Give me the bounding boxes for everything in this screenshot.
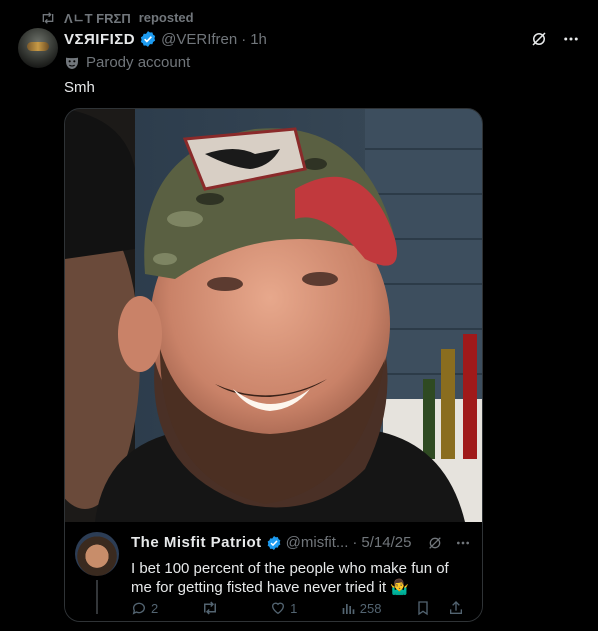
- parody-label-text: Parody account: [86, 54, 191, 71]
- quoted-post-header: The Misfit Patriot @misfit... · 5/14/25: [131, 534, 471, 551]
- quoted-post-actions: 2 1 258: [131, 600, 464, 616]
- quoted-author-name[interactable]: The Misfit Patriot: [131, 534, 262, 551]
- heart-icon: [270, 600, 286, 616]
- repost-action-icon: [201, 600, 219, 616]
- share-button[interactable]: [448, 600, 464, 616]
- separator-dot: ·: [241, 30, 247, 48]
- mask-icon: [64, 55, 80, 71]
- quoted-post-card[interactable]: The Misfit Patriot @misfit... · 5/14/25: [64, 108, 483, 622]
- author-handle[interactable]: @VERIfren: [161, 31, 237, 48]
- author-name[interactable]: VΣЯIFIΣD: [64, 31, 135, 48]
- repost-user[interactable]: ΛㄴT FRΣΠ: [64, 8, 131, 27]
- quoted-more-options-icon[interactable]: [455, 535, 471, 551]
- reply-icon: [131, 600, 147, 616]
- reply-button[interactable]: 2: [131, 600, 201, 616]
- post-text: Smh: [64, 79, 95, 96]
- bookmark-button[interactable]: [415, 600, 448, 616]
- post-header: VΣЯIFIΣD @VERIfren · 1h: [64, 30, 267, 48]
- quoted-author-avatar[interactable]: [75, 532, 119, 576]
- quoted-author-handle[interactable]: @misfit...: [286, 534, 349, 551]
- like-button[interactable]: 1: [270, 600, 340, 616]
- quoted-grok-icon[interactable]: [427, 535, 443, 551]
- repost-indicator: ΛㄴT FRΣΠ reposted: [40, 8, 194, 27]
- reply-count: 2: [151, 600, 159, 616]
- views-button[interactable]: 258: [340, 600, 415, 616]
- parody-label: Parody account: [64, 54, 190, 71]
- quoted-post-date[interactable]: 5/14/25: [361, 534, 411, 551]
- repost-button[interactable]: [201, 600, 271, 616]
- post-top-actions: [530, 30, 580, 48]
- avatar-visor: [27, 42, 49, 51]
- post-photo[interactable]: [65, 109, 482, 522]
- photo-illustration: [65, 109, 482, 522]
- grok-icon[interactable]: [530, 30, 548, 48]
- repost-icon: [40, 11, 56, 25]
- views-icon: [340, 600, 356, 616]
- quoted-post-text: I bet 100 percent of the people who make…: [131, 560, 449, 596]
- share-icon: [448, 600, 464, 616]
- views-count: 258: [359, 600, 382, 616]
- thread-line: [96, 580, 98, 614]
- bookmark-icon: [415, 600, 431, 616]
- verified-icon: [139, 30, 157, 48]
- quoted-verified-icon: [266, 535, 282, 551]
- quoted-separator-dot: ·: [352, 534, 358, 551]
- post-time[interactable]: 1h: [250, 31, 267, 48]
- more-options-icon[interactable]: [562, 30, 580, 48]
- author-avatar[interactable]: [18, 28, 58, 68]
- repost-suffix: reposted: [138, 10, 194, 25]
- like-count: 1: [290, 600, 298, 616]
- quoted-post[interactable]: The Misfit Patriot @misfit... · 5/14/25: [65, 522, 482, 621]
